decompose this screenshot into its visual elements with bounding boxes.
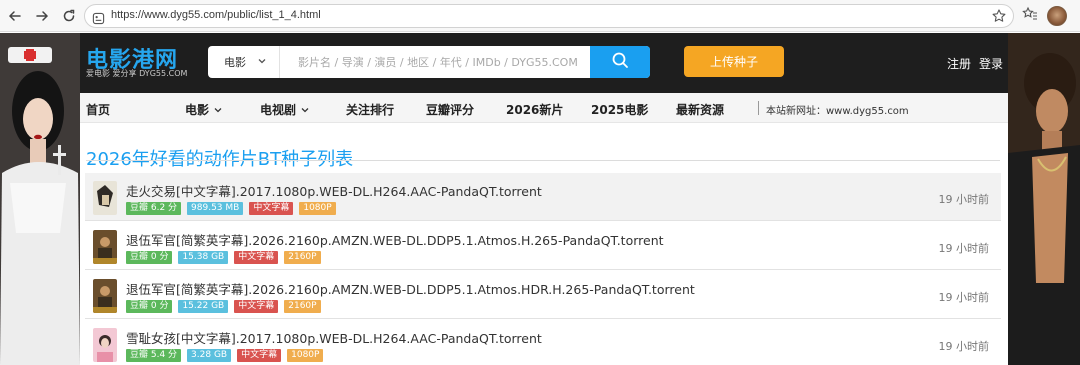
item-title[interactable]: 走火交易[中文字幕].2017.1080p.WEB-DL.H264.AAC-Pa… bbox=[126, 181, 542, 200]
side-banner-left[interactable] bbox=[0, 33, 80, 365]
main-content: 2026年好看的动作片BT种子列表 走火交易[中文字幕].2017.1080p.… bbox=[80, 123, 1008, 365]
subtitle-badge: 中文字幕 bbox=[237, 349, 282, 362]
side-banner-right[interactable] bbox=[1008, 33, 1080, 365]
address-bar[interactable]: https://www.dyg55.com/public/list_1_4.ht… bbox=[84, 4, 1014, 28]
item-badges: 豆瓣 6.2 分 989.53 MB 中文字幕 1080P bbox=[126, 202, 336, 215]
url-text: https://www.dyg55.com/public/list_1_4.ht… bbox=[111, 9, 321, 21]
star-icon[interactable] bbox=[991, 8, 1007, 28]
profile-avatar[interactable] bbox=[1047, 6, 1067, 26]
reload-icon[interactable] bbox=[58, 5, 80, 27]
chevron-down-icon bbox=[214, 107, 222, 112]
site-info-icon[interactable] bbox=[92, 10, 105, 29]
item-time: 19 小时前 bbox=[938, 340, 990, 353]
nav-item-tv[interactable]: 电视剧 bbox=[260, 101, 310, 118]
search-box: 电影 bbox=[208, 46, 650, 78]
rating-badge: 豆瓣 0 分 bbox=[126, 300, 173, 313]
size-badge: 15.38 GB bbox=[178, 251, 229, 264]
quality-badge: 1080P bbox=[299, 202, 336, 215]
quality-badge: 1080P bbox=[287, 349, 324, 362]
size-badge: 989.53 MB bbox=[187, 202, 244, 215]
item-badges: 豆瓣 5.4 分 3.28 GB 中文字幕 1080P bbox=[126, 349, 324, 362]
item-badges: 豆瓣 0 分 15.22 GB 中文字幕 2160P bbox=[126, 300, 321, 313]
rating-badge: 豆瓣 0 分 bbox=[126, 251, 173, 264]
rating-badge: 豆瓣 6.2 分 bbox=[126, 202, 182, 215]
size-badge: 15.22 GB bbox=[178, 300, 229, 313]
quality-badge: 2160P bbox=[284, 251, 321, 264]
size-badge: 3.28 GB bbox=[187, 349, 232, 362]
nav-item-movies[interactable]: 电影 bbox=[185, 101, 223, 118]
forward-icon[interactable] bbox=[31, 5, 53, 27]
item-badges: 豆瓣 0 分 15.38 GB 中文字幕 2160P bbox=[126, 251, 321, 264]
site-header: 电影港网 爱电影 爱分享 DYG55.COM 电影 上传种子 注册 登录 bbox=[80, 33, 1008, 93]
subtitle-badge: 中文字幕 bbox=[249, 202, 294, 215]
list-item[interactable]: 退伍军官[简繁英字幕].2026.2160p.AMZN.WEB-DL.DDP5.… bbox=[85, 271, 1001, 319]
nav-item-2025[interactable]: 2025电影 bbox=[591, 101, 648, 118]
search-icon bbox=[611, 51, 629, 73]
title-divider bbox=[86, 160, 1000, 161]
item-title[interactable]: 退伍军官[简繁英字幕].2026.2160p.AMZN.WEB-DL.DDP5.… bbox=[126, 230, 664, 249]
subtitle-badge: 中文字幕 bbox=[234, 300, 279, 313]
list-item[interactable]: 退伍军官[简繁英字幕].2026.2160p.AMZN.WEB-DL.DDP5.… bbox=[85, 222, 1001, 270]
page-title: 2026年好看的动作片BT种子列表 bbox=[86, 149, 354, 170]
nav-divider bbox=[758, 101, 759, 115]
subtitle-badge: 中文字幕 bbox=[234, 251, 279, 264]
search-button[interactable] bbox=[590, 46, 650, 78]
item-title[interactable]: 退伍军官[简繁英字幕].2026.2160p.AMZN.WEB-DL.DDP5.… bbox=[126, 279, 695, 298]
rating-badge: 豆瓣 5.4 分 bbox=[126, 349, 182, 362]
chevron-down-icon bbox=[301, 107, 309, 112]
poster-thumbnail[interactable] bbox=[93, 181, 117, 215]
search-category-select[interactable]: 电影 bbox=[208, 46, 280, 78]
item-time: 19 小时前 bbox=[938, 193, 990, 206]
main-nav: 首页 电影 电视剧 关注排行 豆瓣评分 2026新片 2025电影 最新资源 本… bbox=[80, 93, 1008, 123]
poster-thumbnail[interactable] bbox=[93, 230, 117, 264]
list-item[interactable]: 走火交易[中文字幕].2017.1080p.WEB-DL.H264.AAC-Pa… bbox=[85, 173, 1001, 221]
nav-item-home[interactable]: 首页 bbox=[86, 101, 110, 118]
search-input[interactable] bbox=[280, 46, 590, 78]
upload-torrent-button[interactable]: 上传种子 bbox=[684, 46, 784, 77]
register-link[interactable]: 注册 bbox=[947, 55, 971, 72]
list-item[interactable]: 雪耻女孩[中文字幕].2017.1080p.WEB-DL.H264.AAC-Pa… bbox=[85, 320, 1001, 365]
nav-item-latest[interactable]: 最新资源 bbox=[676, 101, 724, 118]
quality-badge: 2160P bbox=[284, 300, 321, 313]
item-time: 19 小时前 bbox=[938, 242, 990, 255]
login-link[interactable]: 登录 bbox=[979, 55, 1003, 72]
item-title[interactable]: 雪耻女孩[中文字幕].2017.1080p.WEB-DL.H264.AAC-Pa… bbox=[126, 328, 542, 347]
item-time: 19 小时前 bbox=[938, 291, 990, 304]
site-url-notice: 本站新网址：www.dyg55.com bbox=[766, 106, 909, 117]
nav-item-ranking[interactable]: 关注排行 bbox=[346, 101, 394, 118]
nav-item-2026[interactable]: 2026新片 bbox=[506, 101, 563, 118]
chevron-down-icon bbox=[257, 56, 267, 69]
back-icon[interactable] bbox=[4, 5, 26, 27]
poster-thumbnail[interactable] bbox=[93, 328, 117, 362]
browser-toolbar: https://www.dyg55.com/public/list_1_4.ht… bbox=[0, 0, 1080, 32]
poster-thumbnail[interactable] bbox=[93, 279, 117, 313]
nav-item-douban[interactable]: 豆瓣评分 bbox=[426, 101, 474, 118]
search-category-label: 电影 bbox=[224, 56, 246, 69]
site-slogan: 爱电影 爱分享 DYG55.COM bbox=[86, 69, 188, 78]
favorites-icon[interactable] bbox=[1021, 5, 1039, 27]
